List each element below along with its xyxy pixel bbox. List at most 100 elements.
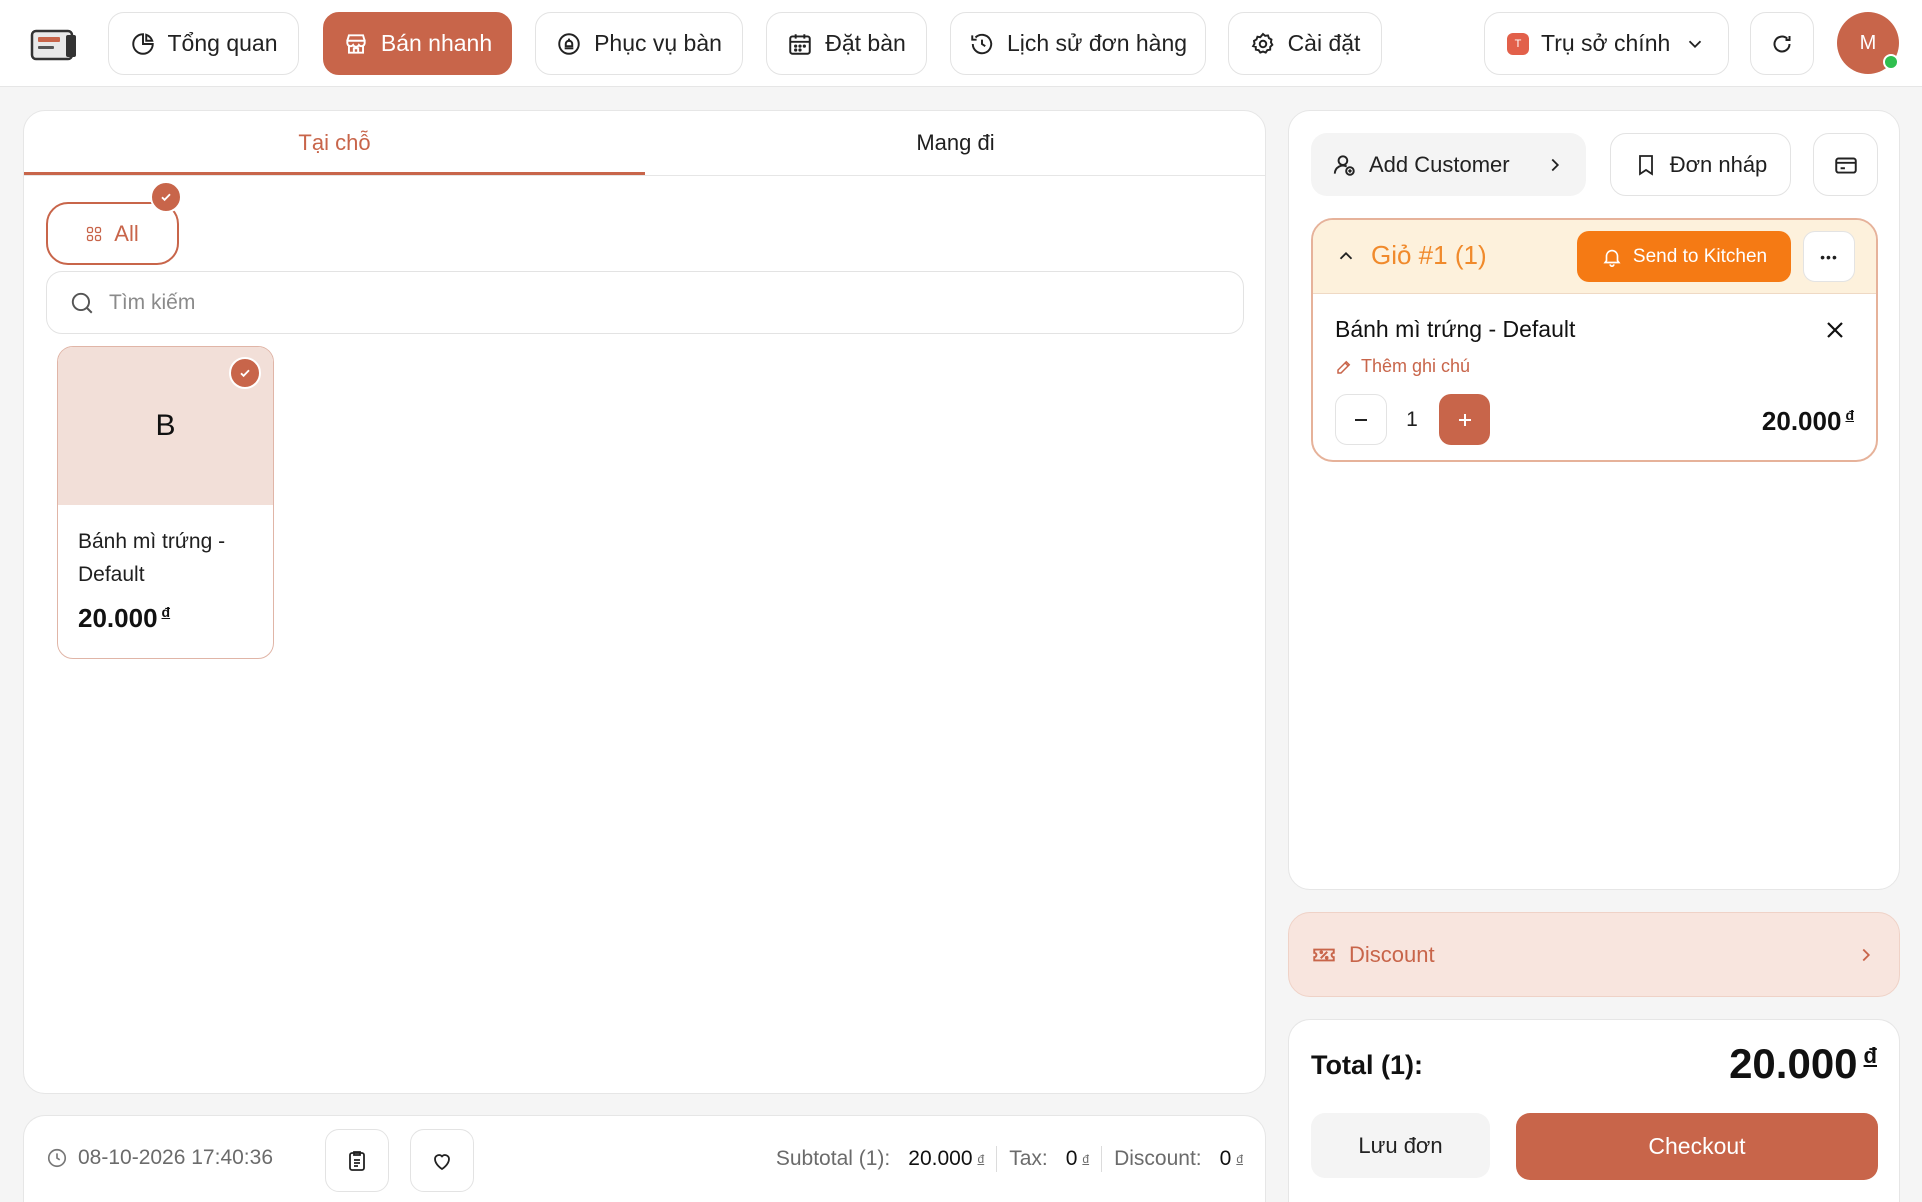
discount-label: Discount <box>1349 941 1435 967</box>
cart-header: Giỏ #1 (1) Send to Kitchen ••• <box>1313 220 1876 294</box>
add-customer-button[interactable]: Add Customer <box>1311 133 1586 196</box>
avatar-initial: M <box>1859 31 1877 54</box>
nav-label: Bán nhanh <box>380 30 493 56</box>
search-icon <box>71 292 93 313</box>
nav-label: Lịch sử đơn hàng <box>1006 30 1188 56</box>
draft-orders-button[interactable]: Đơn nháp <box>1610 133 1791 196</box>
pie-chart-icon <box>131 32 154 55</box>
active-tab-indicator <box>24 172 645 175</box>
chevron-right-icon <box>1862 948 1871 961</box>
nav-label: Phục vụ bàn <box>594 30 722 56</box>
add-note-label: Thêm ghi chú <box>1361 356 1471 376</box>
send-to-kitchen-label: Send to Kitchen <box>1632 245 1768 267</box>
save-order-label: Lưu đơn <box>1358 1132 1443 1158</box>
clipboard-list-icon <box>349 1150 365 1171</box>
gear-icon <box>1251 32 1274 54</box>
subtotal-value: 20.000 <box>908 1147 973 1170</box>
discount-button[interactable]: Discount <box>1288 912 1900 997</box>
divider <box>996 1146 998 1172</box>
order-notes-button[interactable] <box>325 1129 389 1192</box>
product-initial: B <box>155 409 176 442</box>
nav-label: Tổng quan <box>167 30 278 56</box>
add-customer-label: Add Customer <box>1369 151 1510 177</box>
tab-mang-di[interactable]: Mang đi <box>645 111 1265 175</box>
draft-label: Đơn nháp <box>1669 151 1768 177</box>
product-card[interactable]: B Bánh mì trứng - Default 20.000 đ <box>57 346 274 659</box>
branch-label: Trụ sở chính <box>1541 30 1671 56</box>
credit-card-icon <box>1834 157 1857 174</box>
avatar[interactable]: M <box>1837 12 1899 74</box>
chevron-right-icon <box>1551 158 1560 171</box>
pos-terminal-icon[interactable] <box>30 27 82 63</box>
nav-dat-ban[interactable]: Đặt bàn <box>766 12 927 75</box>
quantity-value: 1 <box>1406 407 1418 431</box>
tax-label: Tax: <box>1009 1147 1048 1170</box>
product-price: 20.000 đ <box>78 603 170 634</box>
cart-item-price-value: 20.000 <box>1761 406 1842 436</box>
product-price-value: 20.000 <box>78 603 158 633</box>
currency-symbol: đ <box>161 604 171 621</box>
currency-symbol: đ <box>1845 407 1854 424</box>
payment-card-button[interactable] <box>1813 133 1878 196</box>
discount-ticket-icon <box>1313 948 1335 961</box>
chevron-down-icon <box>1688 40 1702 48</box>
currency-symbol: đ <box>1863 1043 1877 1068</box>
search-bar <box>46 271 1244 334</box>
divider <box>1101 1146 1103 1172</box>
check-icon <box>229 357 261 389</box>
nav-lich-su-don-hang[interactable]: Lịch sử đơn hàng <box>950 12 1206 75</box>
save-order-button[interactable]: Lưu đơn <box>1311 1113 1490 1178</box>
cart-title-label: Giỏ #1 (1) <box>1371 240 1487 270</box>
nav-phuc-vu-ban[interactable]: Phục vụ bàn <box>535 12 743 75</box>
cart-card: Giỏ #1 (1) Send to Kitchen ••• Bánh mì t… <box>1311 218 1878 462</box>
tab-label: Tại chỗ <box>298 130 371 155</box>
totals-summary: Subtotal (1): 20.000 đ Tax: 0đ Discount: … <box>776 1146 1243 1172</box>
total-panel: Total (1): 20.000 đ Lưu đơn Checkout <box>1288 1019 1900 1202</box>
calendar-icon <box>789 33 811 55</box>
add-note-link[interactable]: Thêm ghi chú <box>1335 356 1470 377</box>
remove-item-button[interactable] <box>1823 318 1847 342</box>
checkout-button[interactable]: Checkout <box>1516 1113 1878 1180</box>
cart-item-price: 20.000 đ <box>1762 406 1854 437</box>
close-icon <box>1827 322 1843 338</box>
tab-tai-cho[interactable]: Tại chỗ <box>24 111 645 175</box>
send-to-kitchen-button[interactable]: Send to Kitchen <box>1577 231 1791 282</box>
chevron-up-icon <box>1339 251 1353 259</box>
cart-title[interactable]: Giỏ #1 (1) <box>1335 240 1487 271</box>
refresh-button[interactable] <box>1750 12 1814 75</box>
plus-icon <box>1458 413 1471 426</box>
discount-label: Discount: <box>1114 1147 1202 1170</box>
table-service-icon <box>558 32 580 55</box>
nav-tong-quan[interactable]: Tổng quan <box>108 12 299 75</box>
nav-ban-nhanh[interactable]: Bán nhanh <box>323 12 512 75</box>
discount-value: 0 <box>1219 1147 1232 1170</box>
branch-selector[interactable]: T Trụ sở chính <box>1484 12 1729 75</box>
total-amount: 20.000 <box>1729 1040 1858 1087</box>
search-input[interactable] <box>107 289 1211 316</box>
branch-badge: T <box>1507 32 1529 55</box>
refresh-icon <box>1773 35 1791 52</box>
heart-hand-icon <box>434 1153 450 1170</box>
currency-symbol: đ <box>1236 1152 1243 1166</box>
cart-item-name: Bánh mì trứng - Default <box>1335 316 1576 342</box>
order-summary-bar: 08-10-2026 17:40:36 Subtotal (1): 20.000… <box>23 1115 1266 1202</box>
online-status-dot <box>1883 54 1899 70</box>
clock-icon <box>47 1148 67 1168</box>
quantity-increase-button[interactable] <box>1439 394 1490 445</box>
total-label: Total (1): <box>1311 1050 1423 1080</box>
top-bar: Tổng quan Bán nhanh Phục vụ bàn Đặt bàn … <box>0 0 1922 87</box>
product-name: Bánh mì trứng - Default <box>78 530 226 586</box>
category-label: All <box>114 220 139 246</box>
more-options-button[interactable]: ••• <box>1803 231 1855 282</box>
history-icon <box>971 33 993 54</box>
currency-symbol: đ <box>977 1152 985 1166</box>
quantity-decrease-button[interactable] <box>1335 394 1387 445</box>
order-type-tabs: Tại chỗ Mang đi <box>24 111 1265 176</box>
datetime: 08-10-2026 17:40:36 <box>46 1146 273 1170</box>
grid-icon <box>87 226 102 241</box>
loyalty-button[interactable] <box>410 1129 474 1192</box>
checkout-label: Checkout <box>1648 1133 1746 1159</box>
pencil-icon <box>1337 360 1351 374</box>
nav-label: Đặt bàn <box>825 30 906 56</box>
nav-cai-dat[interactable]: Cài đặt <box>1228 12 1382 75</box>
